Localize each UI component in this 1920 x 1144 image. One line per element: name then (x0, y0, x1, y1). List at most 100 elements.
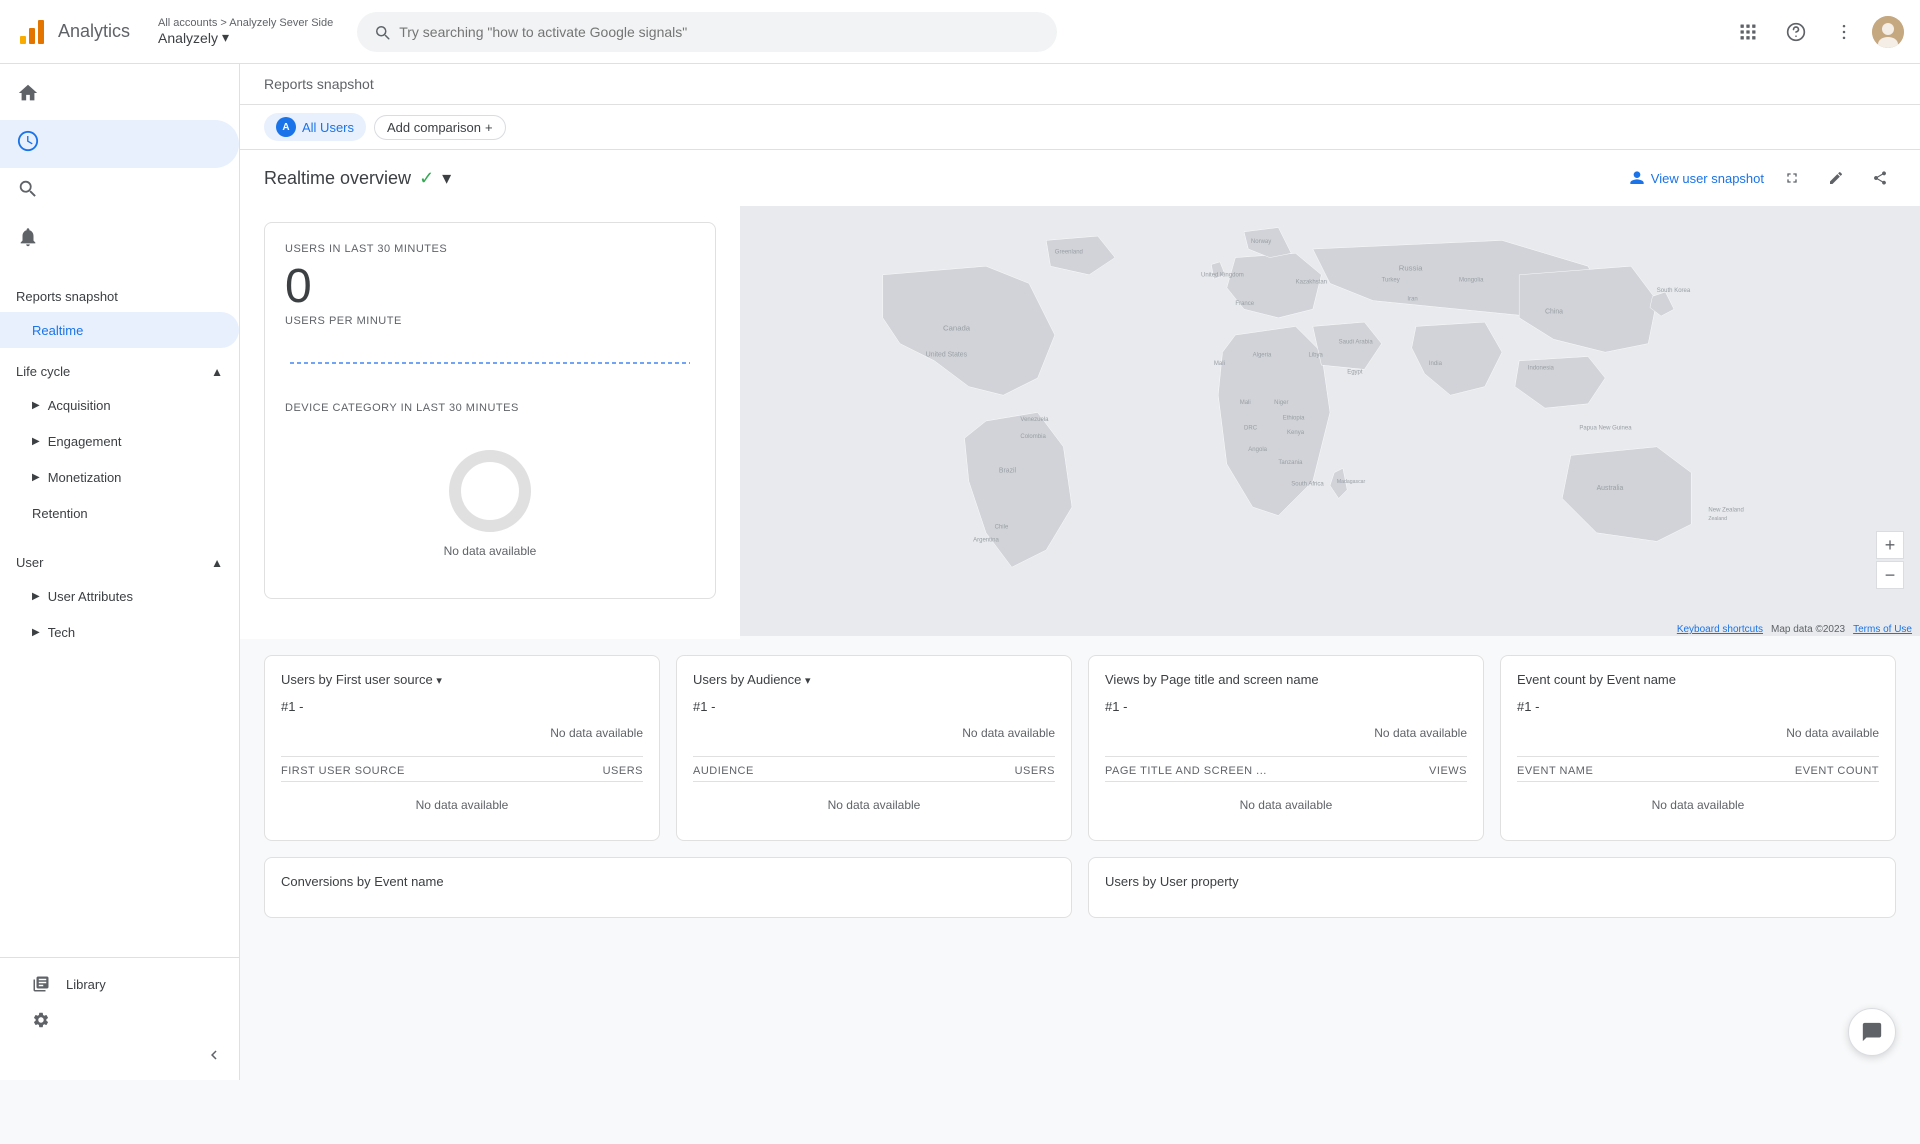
svg-text:Niger: Niger (1274, 400, 1288, 406)
library-icon (32, 975, 50, 993)
keyboard-shortcuts-link[interactable]: Keyboard shortcuts (1677, 624, 1763, 635)
svg-text:DRC: DRC (1244, 426, 1258, 432)
card-1-no-data-top: No data available (281, 718, 643, 748)
more-vert-icon-button[interactable] (1824, 12, 1864, 52)
svg-text:Algeria: Algeria (1253, 353, 1272, 359)
all-users-badge[interactable]: A All Users (264, 113, 366, 141)
users-per-min-label: USERS PER MINUTE (285, 315, 695, 327)
svg-text:Mongolia: Mongolia (1459, 278, 1484, 284)
users-30min-count: 0 (285, 263, 695, 311)
realtime-actions: View user snapshot (1629, 162, 1896, 194)
svg-text:Chile: Chile (995, 525, 1009, 531)
svg-text:Tanzania: Tanzania (1278, 460, 1303, 466)
sidebar-item-home[interactable] (0, 72, 239, 120)
sidebar-collapse-button[interactable] (0, 1038, 239, 1072)
settings-icon (32, 1011, 50, 1029)
share-button[interactable] (1864, 162, 1896, 194)
card-3-rank: #1 - (1105, 699, 1467, 714)
collapse-icon (205, 1046, 223, 1064)
svg-text:United Kingdom: United Kingdom (1201, 273, 1244, 279)
account-info: All accounts > Analyzely Sever Side Anal… (158, 17, 333, 46)
expand-icon-2: ▶ (32, 436, 40, 447)
card-4-table-header: EVENT NAME EVENT COUNT (1517, 765, 1879, 782)
svg-text:Argentina: Argentina (973, 537, 999, 543)
card-1-title: Users by First user source ▾ (281, 672, 643, 687)
expand-view-button[interactable] (1776, 162, 1808, 194)
conversions-by-event-card: Conversions by Event name (264, 857, 1072, 918)
help-icon-button[interactable] (1776, 12, 1816, 52)
realtime-icon (16, 130, 40, 158)
svg-text:Indonesia: Indonesia (1528, 365, 1555, 371)
sidebar-item-search[interactable] (0, 168, 239, 216)
sidebar-settings-link[interactable] (0, 1002, 239, 1038)
svg-text:Mali: Mali (1214, 361, 1225, 367)
search-icon (373, 23, 391, 41)
user-collapse-icon: ▲ (211, 556, 223, 570)
card-2-no-data-top: No data available (693, 718, 1055, 748)
svg-text:Greenland: Greenland (1055, 249, 1083, 255)
sidebar-retention-link[interactable]: Retention (0, 495, 239, 531)
card-3-title: Views by Page title and screen name (1105, 672, 1467, 687)
card-3-no-data-bottom: No data available (1105, 786, 1467, 824)
topbar: Analytics All accounts > Analyzely Sever… (0, 0, 1920, 64)
world-map-area: Canada United States Russia China Brazil… (740, 206, 1920, 639)
all-users-label: All Users (302, 120, 354, 135)
zoom-in-button[interactable]: + (1876, 531, 1904, 559)
svg-text:United States: United States (926, 352, 968, 359)
sidebar: Reports snapshot Realtime Life cycle ▲ ▶… (0, 64, 240, 1080)
search-bar[interactable] (357, 12, 1057, 52)
reports-snapshot-link[interactable]: Reports snapshot (16, 289, 118, 304)
expand-icon-5: ▶ (32, 627, 40, 638)
sidebar-realtime-link[interactable]: Realtime (0, 312, 239, 348)
terms-link[interactable]: Terms of Use (1853, 624, 1912, 635)
expand-icon-4: ▶ (32, 591, 40, 602)
expand-icon: ▶ (32, 400, 40, 411)
lifecycle-collapse-icon: ▲ (211, 365, 223, 379)
svg-text:New Zealand: New Zealand (1708, 507, 1743, 513)
sidebar-item-realtime-icon[interactable] (0, 120, 239, 168)
svg-text:India: India (1429, 361, 1443, 367)
svg-text:Angola: Angola (1248, 447, 1267, 453)
svg-text:Papua New Guinea: Papua New Guinea (1579, 426, 1632, 432)
user-section-header[interactable]: User ▲ (0, 547, 239, 578)
card-1-no-data-bottom: No data available (281, 786, 643, 824)
app-name: Analytics (58, 21, 130, 42)
edit-report-button[interactable] (1820, 162, 1852, 194)
search-input[interactable] (399, 24, 1041, 40)
svg-text:Venezuela: Venezuela (1020, 417, 1049, 423)
svg-text:Russia: Russia (1399, 264, 1423, 273)
bottom-cards-row: Conversions by Event name Users by User … (240, 857, 1920, 934)
svg-text:China: China (1545, 309, 1563, 316)
filter-bar: A All Users Add comparison + (240, 105, 1920, 150)
device-donut-chart: No data available (285, 426, 695, 578)
user-avatar[interactable] (1872, 16, 1904, 48)
apps-icon-button[interactable] (1728, 12, 1768, 52)
content-area: USERS IN LAST 30 MINUTES 0 USERS PER MIN… (240, 206, 1920, 639)
sidebar-library-link[interactable]: Library (0, 966, 239, 1002)
svg-text:Zealand: Zealand (1708, 516, 1727, 522)
svg-text:Ethiopia: Ethiopia (1283, 415, 1305, 421)
more-vert-icon (1834, 22, 1854, 42)
chat-fab-button[interactable] (1848, 1008, 1896, 1056)
lifecycle-section-header[interactable]: Life cycle ▲ (0, 356, 239, 387)
realtime-section-header: Realtime overview ✓ ▾ View user snapshot (240, 150, 1920, 206)
edit-icon (1828, 170, 1844, 186)
realtime-dropdown-icon[interactable]: ▾ (442, 168, 451, 189)
sidebar-tech-link[interactable]: ▶ Tech (0, 614, 239, 650)
realtime-title: Realtime overview ✓ ▾ (264, 168, 451, 189)
sidebar-item-alerts[interactable] (0, 216, 239, 264)
sidebar-user-attributes-link[interactable]: ▶ User Attributes (0, 578, 239, 614)
view-user-snapshot-button[interactable]: View user snapshot (1629, 170, 1764, 186)
card-3-no-data-top: No data available (1105, 718, 1467, 748)
sidebar-acquisition-link[interactable]: ▶ Acquisition (0, 387, 239, 423)
add-comparison-button[interactable]: Add comparison + (374, 115, 506, 140)
account-name-dropdown[interactable]: Analyzely ▾ (158, 29, 333, 46)
sidebar-engagement-link[interactable]: ▶ Engagement (0, 423, 239, 459)
zoom-out-button[interactable]: − (1876, 561, 1904, 589)
map-data-attribution: Map data ©2023 (1771, 624, 1845, 635)
left-panel: USERS IN LAST 30 MINUTES 0 USERS PER MIN… (240, 206, 740, 639)
card-1-rank: #1 - (281, 699, 643, 714)
svg-text:France: France (1235, 301, 1254, 307)
card-3-table-header: PAGE TITLE AND SCREEN ... VIEWS (1105, 765, 1467, 782)
sidebar-monetization-link[interactable]: ▶ Monetization (0, 459, 239, 495)
